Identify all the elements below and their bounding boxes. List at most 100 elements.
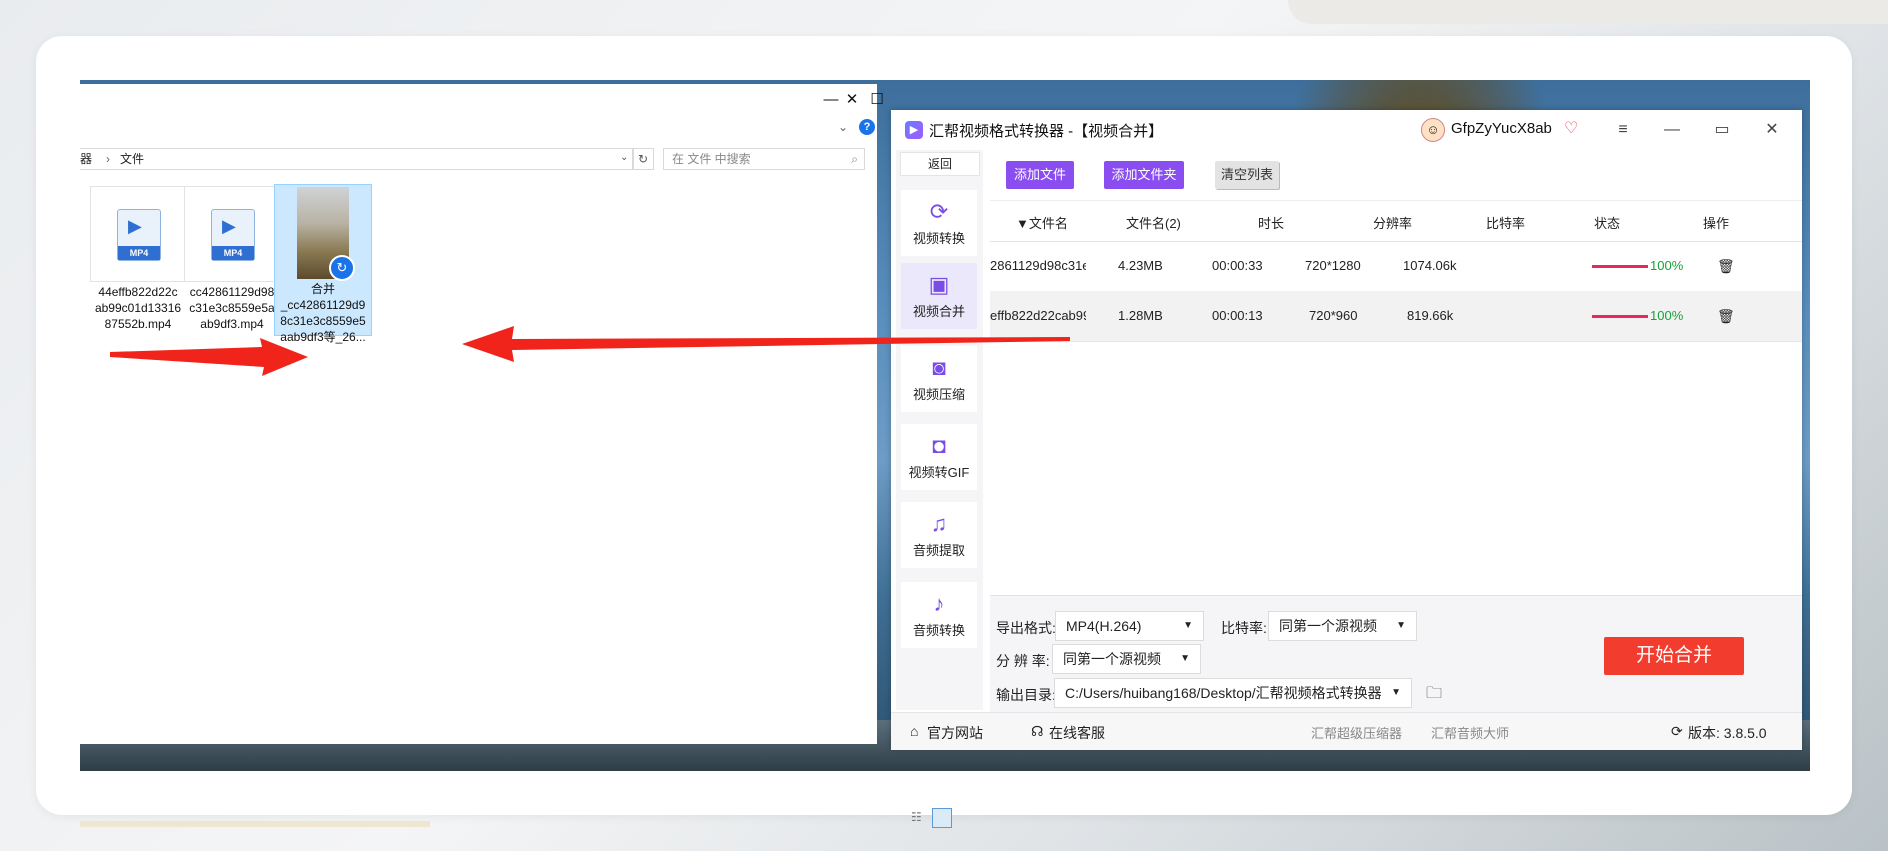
file-item-selected[interactable]: ↻ 合并 _cc42861129d9 8c31e3c8559e5 aab9df3… [274, 184, 372, 344]
maximize-button[interactable]: ▭ [1707, 116, 1737, 144]
file-name-line: ab9df3.mp4 [200, 317, 264, 331]
chevron-down-icon: ▼ [1391, 687, 1401, 698]
sync-badge-icon: ↻ [329, 255, 355, 281]
chevron-down-icon: ▼ [1396, 620, 1406, 631]
bitrate-label: 比特率: [1221, 620, 1267, 636]
online-service-link[interactable]: 在线客服 [1049, 723, 1105, 743]
headset-icon: ☊ [1031, 723, 1044, 739]
video-merge-icon: ▣ [928, 272, 950, 297]
export-format-label: 导出格式: [996, 620, 1056, 636]
bitrate-value: 同第一个源视频 [1279, 618, 1377, 634]
file-item[interactable]: ▶ MP4 44effb822d22c ab99c01d13316 87552b… [90, 186, 186, 332]
table-row[interactable]: 2861129d98c31e3c8 4.23MB 00:00:33 720*12… [990, 241, 1802, 292]
sidebar-item-label: 音频提取 [912, 543, 965, 558]
file-thumbnail: ▶ MP4 [184, 186, 280, 282]
file-explorer-window: — ☐ ⌄ ? 器 › 文件 ▶ MP4 44effb822d22c ab99c… [80, 84, 952, 828]
official-site-link[interactable]: 官方网站 [927, 723, 983, 743]
breadcrumb-separator: › [106, 152, 110, 166]
title-bar: ▶ 汇帮视频格式转换器 -【视频合并】 ☺ GfpZyYucX8ab ♡ ≡ —… [891, 110, 1802, 150]
vip-badge-icon[interactable]: ♡ [1564, 118, 1578, 138]
delete-icon[interactable]: 🗑 [1717, 308, 1735, 325]
sidebar-item-label: 音频转换 [912, 623, 965, 638]
video-thumbnail: ↻ [297, 187, 355, 281]
video-convert-icon: ⟳ [929, 199, 949, 224]
cell-bitrate: 1074.06k [1403, 258, 1457, 273]
music-note-icon: ♫ [930, 511, 948, 536]
window-title: 汇帮视频格式转换器 -【视频合并】 [929, 123, 1164, 140]
file-name-line: ab99c01d13316 [94, 301, 182, 315]
file-name-line: 87552b.mp4 [104, 317, 172, 331]
table-row[interactable]: effb822d22cab99c01 1.28MB 00:00:13 720*9… [990, 291, 1802, 342]
address-bar[interactable]: 器 › 文件 [80, 148, 634, 170]
sidebar-item-video-convert[interactable]: ⟳ 视频转换 [901, 190, 977, 256]
microphone-icon: ♪ [933, 591, 945, 616]
column-header-filename[interactable]: ▼文件名 [1016, 213, 1068, 232]
file-name-line: cc42861129d98 [189, 285, 275, 299]
camera-icon: ▶ [128, 216, 142, 236]
column-header-bitrate: 比特率 [1486, 216, 1526, 231]
add-folder-button[interactable]: 添加文件夹 [1104, 161, 1184, 189]
close-button[interactable]: ✕ [1757, 116, 1787, 144]
output-dir-select[interactable]: C:/Users/huibang168/Desktop/汇帮视频格式转换器 ▼ [1054, 678, 1412, 708]
video-converter-window: ▶ 汇帮视频格式转换器 -【视频合并】 ☺ GfpZyYucX8ab ♡ ≡ —… [891, 110, 1802, 750]
audio-master-link[interactable]: 汇帮音频大师 [1431, 723, 1509, 742]
close-button[interactable]: ✕ [829, 84, 875, 114]
resolution-select[interactable]: 同第一个源视频 ▼ [1052, 644, 1201, 674]
avatar[interactable]: ☺ [1421, 118, 1445, 142]
file-name-line: 合并 [310, 282, 335, 296]
sidebar-item-video-compress[interactable]: ◙ 视频压缩 [901, 346, 977, 412]
minimize-button[interactable]: — [1657, 116, 1687, 144]
add-file-button[interactable]: 添加文件 [1006, 161, 1074, 189]
cell-filename: effb822d22cab99c01 [990, 308, 1086, 323]
version-text: 版本: 3.8.5.0 [1688, 725, 1767, 741]
file-type-tag: MP4 [212, 246, 254, 260]
sidebar-item-video-gif[interactable]: ◘ 视频转GIF [901, 424, 977, 490]
delete-icon[interactable]: 🗑 [1717, 258, 1735, 275]
output-dir-label: 输出目录: [996, 687, 1056, 703]
cell-size: 1.28MB [1118, 308, 1163, 323]
sidebar-item-audio-convert[interactable]: ♪ 音频转换 [901, 582, 977, 648]
export-format-select[interactable]: MP4(H.264) ▼ [1055, 611, 1204, 641]
menu-icon[interactable]: ≡ [1608, 116, 1638, 144]
background-decor [1288, 0, 1888, 24]
file-name-line: aab9df3等_26... [280, 330, 366, 344]
column-header-status: 状态 [1594, 216, 1621, 231]
column-header-duration: 时长 [1258, 216, 1285, 231]
camera-icon: ▶ [222, 216, 236, 236]
help-icon[interactable]: ? [859, 119, 875, 135]
cell-duration: 00:00:13 [1212, 308, 1263, 323]
compressor-link[interactable]: 汇帮超级压缩器 [1311, 723, 1402, 742]
footer-bar: ⌂ 官方网站 ☊ 在线客服 汇帮超级压缩器 汇帮音频大师 ⟳ 版本: 3.8.5… [891, 712, 1802, 750]
chevron-down-icon[interactable]: ⌄ [838, 120, 848, 134]
breadcrumb-current[interactable]: 文件 [120, 149, 144, 169]
username[interactable]: GfpZyYucX8ab [1451, 120, 1552, 137]
video-file-icon: ▶ MP4 [117, 209, 161, 261]
chevron-down-icon: ▼ [1183, 620, 1193, 631]
start-merge-button[interactable]: 开始合并 [1604, 637, 1744, 675]
file-thumbnail: ▶ MP4 [90, 186, 186, 282]
sidebar-item-audio-extract[interactable]: ♫ 音频提取 [901, 502, 977, 568]
back-button[interactable]: 返回 [900, 152, 980, 176]
sidebar-item-label: 视频转换 [912, 231, 965, 246]
clear-list-button[interactable]: 清空列表 [1215, 161, 1279, 189]
sidebar-item-video-merge[interactable]: ▣ 视频合并 [901, 263, 977, 329]
refresh-icon[interactable]: ↻ [632, 148, 654, 170]
cell-size: 4.23MB [1118, 258, 1163, 273]
background-decor-strip [80, 821, 430, 827]
cell-status: 100% [1650, 258, 1684, 273]
large-icons-view-icon[interactable] [932, 808, 952, 828]
file-name-line: 8c31e3c8559e5 [280, 314, 366, 328]
column-header-size: 文件名(2) [1126, 216, 1181, 231]
chevron-down-icon: ▼ [1180, 653, 1190, 664]
folder-open-icon[interactable]: 🗀 [1426, 682, 1442, 709]
column-header-actions: 操作 [1703, 216, 1730, 231]
sidebar-item-label: 视频压缩 [912, 387, 965, 402]
search-input[interactable]: 在 文件 中搜索 ⌕ [663, 148, 865, 170]
breadcrumb-prev[interactable]: 器 [80, 149, 92, 169]
bitrate-select[interactable]: 同第一个源视频 ▼ [1268, 611, 1417, 641]
sidebar-item-label: 视频转GIF [908, 465, 970, 480]
details-view-icon[interactable]: ☷ [911, 810, 922, 824]
refresh-icon[interactable]: ⟳ [1671, 723, 1683, 740]
export-format-value: MP4(H.264) [1066, 618, 1142, 634]
file-item[interactable]: ▶ MP4 cc42861129d98 c31e3c8559e5a ab9df3… [184, 186, 280, 332]
